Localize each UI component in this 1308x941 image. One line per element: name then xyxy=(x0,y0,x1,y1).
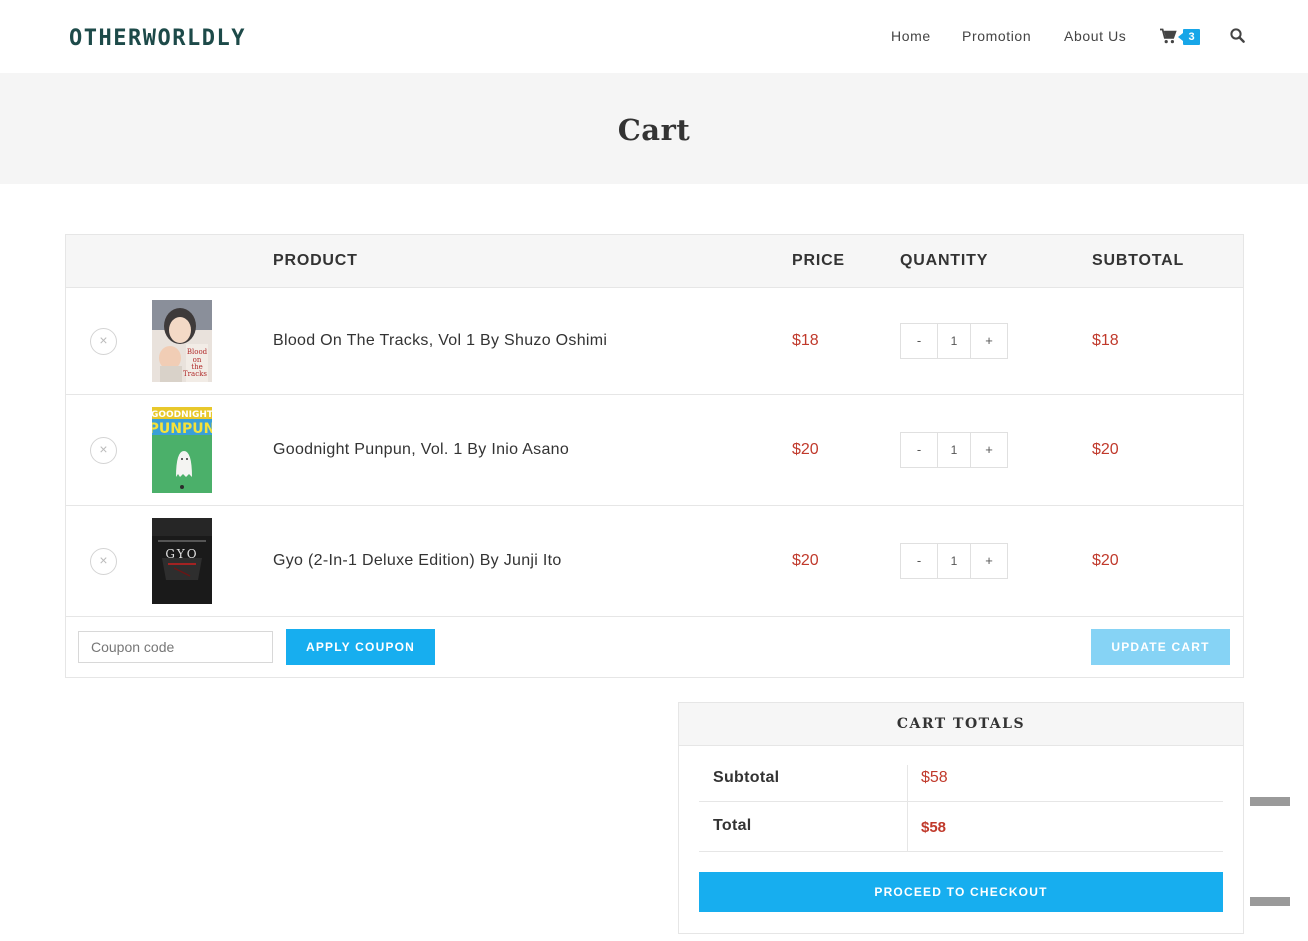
coupon-code-input[interactable] xyxy=(78,631,273,663)
remove-item-button[interactable]: × xyxy=(90,548,117,575)
total-label: Total xyxy=(713,817,752,834)
remove-item-button[interactable]: × xyxy=(90,328,117,355)
quantity-input[interactable]: 1 xyxy=(937,324,971,358)
quantity-increase-button[interactable]: + xyxy=(971,433,1007,467)
quantity-stepper: - 1 + xyxy=(900,323,1008,359)
svg-text:Tracks: Tracks xyxy=(183,370,207,378)
svg-text:Blood: Blood xyxy=(187,348,208,356)
page-title-band: Cart xyxy=(0,73,1308,184)
product-price: $18 xyxy=(792,332,819,349)
subtotal-value: $58 xyxy=(921,769,948,786)
quantity-stepper: - 1 + xyxy=(900,432,1008,468)
shopping-cart-icon xyxy=(1160,28,1177,44)
product-subtotal: $20 xyxy=(1092,552,1119,569)
column-price: PRICE xyxy=(792,252,845,269)
product-name-link[interactable]: Blood On The Tracks, Vol 1 By Shuzo Oshi… xyxy=(273,332,607,350)
cart-row: × GYO Gyo (2-In-1 Deluxe Edition) By Jun… xyxy=(66,506,1243,617)
totals-total-row: Total $58 xyxy=(699,802,1223,852)
update-cart-button[interactable]: UPDATE CART xyxy=(1091,629,1230,665)
cart-count-badge: 3 xyxy=(1178,29,1200,45)
product-name-link[interactable]: Goodnight Punpun, Vol. 1 By Inio Asano xyxy=(273,441,569,459)
site-header: OTHERWORLDLY Home Promotion About Us 3 xyxy=(0,0,1308,73)
column-quantity: QUANTITY xyxy=(900,252,989,269)
book-cover-goodnight-punpun: GOODNIGHT PUNPUN xyxy=(149,407,215,493)
cart-row: × Blood on the Tracks Blood On The Track… xyxy=(66,288,1243,395)
totals-subtotal-row: Subtotal $58 xyxy=(699,765,1223,802)
main-nav: Home Promotion About Us xyxy=(0,28,1308,48)
book-cover-gyo: GYO xyxy=(152,518,212,604)
product-thumbnail[interactable]: Blood on the Tracks xyxy=(152,300,212,382)
quantity-decrease-button[interactable]: - xyxy=(901,544,937,578)
cart-totals: CART TOTALS Subtotal $58 Total $58 PROCE… xyxy=(678,702,1244,934)
product-price: $20 xyxy=(792,441,819,458)
quantity-input[interactable]: 1 xyxy=(937,544,971,578)
column-subtotal: SUBTOTAL xyxy=(1092,252,1185,269)
quantity-increase-button[interactable]: + xyxy=(971,324,1007,358)
product-name-link[interactable]: Gyo (2-In-1 Deluxe Edition) By Junji Ito xyxy=(273,552,562,570)
product-thumbnail[interactable]: GYO xyxy=(152,518,212,604)
product-thumbnail[interactable]: GOODNIGHT PUNPUN xyxy=(149,407,215,493)
svg-text:GYO: GYO xyxy=(165,547,198,561)
cart-row: × GOODNIGHT PUNPUN Goodnight Punpun, Vol… xyxy=(66,395,1243,506)
nav-about-us[interactable]: About Us xyxy=(1064,28,1126,44)
quantity-increase-button[interactable]: + xyxy=(971,544,1007,578)
subtotal-label: Subtotal xyxy=(713,769,780,786)
nav-home[interactable]: Home xyxy=(891,28,931,44)
side-scroll-marker xyxy=(1250,797,1290,806)
cart-table: PRODUCT PRICE QUANTITY SUBTOTAL × Blood … xyxy=(65,234,1244,678)
quantity-decrease-button[interactable]: - xyxy=(901,324,937,358)
cart-table-header: PRODUCT PRICE QUANTITY SUBTOTAL xyxy=(66,235,1243,288)
product-price: $20 xyxy=(792,552,819,569)
column-product: PRODUCT xyxy=(273,252,358,269)
book-cover-blood-on-the-tracks: Blood on the Tracks xyxy=(152,300,212,382)
page-title: Cart xyxy=(617,113,691,147)
proceed-to-checkout-button[interactable]: PROCEED TO CHECKOUT xyxy=(699,872,1223,912)
total-value: $58 xyxy=(921,819,947,836)
quantity-stepper: - 1 + xyxy=(900,543,1008,579)
magnifier-icon xyxy=(1230,28,1245,43)
nav-promotion[interactable]: Promotion xyxy=(962,28,1031,44)
cart-totals-title: CART TOTALS xyxy=(679,703,1243,746)
quantity-decrease-button[interactable]: - xyxy=(901,433,937,467)
header-cart-button[interactable]: 3 xyxy=(1160,28,1202,46)
remove-item-button[interactable]: × xyxy=(90,437,117,464)
product-subtotal: $18 xyxy=(1092,332,1119,349)
column-divider xyxy=(907,802,908,851)
svg-text:PUNPUN: PUNPUN xyxy=(152,421,212,437)
column-divider xyxy=(907,765,908,801)
header-search-button[interactable] xyxy=(1230,28,1246,44)
product-subtotal: $20 xyxy=(1092,441,1119,458)
apply-coupon-button[interactable]: APPLY COUPON xyxy=(286,629,435,665)
quantity-input[interactable]: 1 xyxy=(937,433,971,467)
cart-actions: APPLY COUPON UPDATE CART xyxy=(66,617,1243,677)
side-scroll-marker xyxy=(1250,897,1290,906)
svg-text:GOODNIGHT: GOODNIGHT xyxy=(152,410,212,420)
